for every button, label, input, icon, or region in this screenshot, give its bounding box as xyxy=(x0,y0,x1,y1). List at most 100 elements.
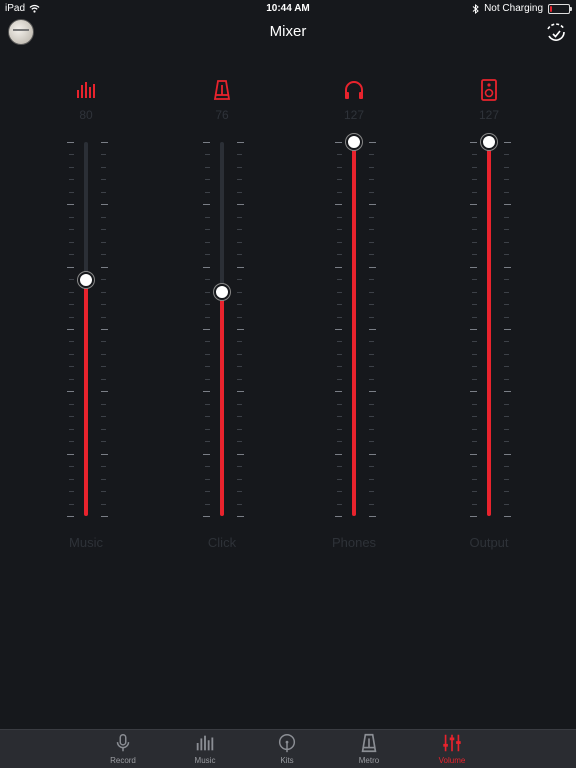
tick-mark xyxy=(369,304,374,305)
sync-check-icon[interactable] xyxy=(544,20,568,44)
tab-label: Metro xyxy=(358,756,380,765)
tick-mark xyxy=(472,229,477,230)
tick-mark xyxy=(369,391,376,392)
charging-status: Not Charging xyxy=(484,3,543,14)
tick-mark xyxy=(101,404,106,405)
tick-mark xyxy=(69,192,74,193)
tick-mark xyxy=(369,366,374,367)
tick-mark xyxy=(369,329,376,330)
bars-icon xyxy=(196,735,214,751)
tick-mark xyxy=(470,454,477,455)
tick-mark xyxy=(504,366,509,367)
tick-mark xyxy=(337,466,342,467)
tick-mark xyxy=(237,304,242,305)
tick-mark xyxy=(203,454,210,455)
battery-icon xyxy=(548,3,572,14)
tick-mark xyxy=(205,217,210,218)
tick-mark xyxy=(337,254,342,255)
tick-mark xyxy=(237,329,244,330)
tick-mark xyxy=(237,354,242,355)
tab-bar: Record Music Kits Metro Volume xyxy=(0,729,576,768)
tick-mark xyxy=(369,167,374,168)
tick-mark xyxy=(335,454,342,455)
tick-mark xyxy=(470,516,477,517)
tick-mark xyxy=(504,341,509,342)
tick-mark xyxy=(69,179,74,180)
tick-mark xyxy=(472,416,477,417)
tick-mark xyxy=(101,217,106,218)
tick-mark xyxy=(472,354,477,355)
tick-mark xyxy=(472,317,477,318)
tick-mark xyxy=(205,192,210,193)
tick-mark xyxy=(504,279,509,280)
tick-mark xyxy=(470,267,477,268)
tick-mark xyxy=(337,154,342,155)
tick-mark xyxy=(69,466,74,467)
tab-kits[interactable]: Kits xyxy=(257,732,317,765)
tick-mark xyxy=(335,329,342,330)
tick-mark xyxy=(205,504,210,505)
tick-mark xyxy=(101,391,108,392)
tick-mark xyxy=(203,329,210,330)
tick-mark xyxy=(101,254,106,255)
tick-mark xyxy=(237,391,244,392)
tick-mark xyxy=(237,254,242,255)
tick-mark xyxy=(237,279,242,280)
tick-mark xyxy=(337,179,342,180)
tick-mark xyxy=(504,254,509,255)
tick-mark xyxy=(504,504,509,505)
tick-mark xyxy=(504,429,509,430)
tick-mark xyxy=(337,279,342,280)
tick-mark xyxy=(470,391,477,392)
drumstick-icon xyxy=(278,734,296,753)
tick-mark xyxy=(69,242,74,243)
tab-label: Kits xyxy=(280,756,294,765)
tab-volume[interactable]: Volume xyxy=(422,732,482,765)
tick-mark xyxy=(504,167,509,168)
tick-mark xyxy=(69,279,74,280)
tick-mark xyxy=(237,179,242,180)
tick-mark xyxy=(205,229,210,230)
tick-mark xyxy=(69,217,74,218)
tick-mark xyxy=(101,317,106,318)
tick-mark xyxy=(337,317,342,318)
tick-mark xyxy=(369,254,374,255)
tick-mark xyxy=(101,329,108,330)
tick-mark xyxy=(67,329,74,330)
tick-mark xyxy=(69,379,74,380)
tick-mark xyxy=(470,204,477,205)
tick-mark xyxy=(237,267,244,268)
tick-mark xyxy=(205,317,210,318)
tab-metro[interactable]: Metro xyxy=(339,732,399,765)
tab-record[interactable]: Record xyxy=(93,732,153,765)
slider-handle[interactable] xyxy=(481,134,497,150)
tick-mark xyxy=(69,154,74,155)
tick-mark xyxy=(504,491,509,492)
channel-value: 76 xyxy=(215,108,229,122)
tab-music[interactable]: Music xyxy=(175,732,235,765)
tick-mark xyxy=(69,366,74,367)
slider-fill xyxy=(487,142,491,516)
tick-mark xyxy=(369,279,374,280)
tick-mark xyxy=(205,304,210,305)
tick-mark xyxy=(504,317,509,318)
tick-mark xyxy=(237,491,242,492)
sliders-icon xyxy=(443,734,461,752)
tick-mark xyxy=(69,504,74,505)
tick-mark xyxy=(237,242,242,243)
tick-mark xyxy=(472,254,477,255)
tick-mark xyxy=(237,217,242,218)
tick-mark xyxy=(504,391,511,392)
tick-mark xyxy=(69,229,74,230)
tick-mark xyxy=(101,379,106,380)
channel-value: 80 xyxy=(79,108,93,122)
slider-handle[interactable] xyxy=(346,134,362,150)
tick-mark xyxy=(472,429,477,430)
microphone-icon xyxy=(116,734,130,752)
tick-mark xyxy=(504,142,511,143)
slider-handle[interactable] xyxy=(214,283,230,300)
tick-mark xyxy=(504,404,509,405)
channel-label: Phones xyxy=(331,535,377,550)
tick-mark xyxy=(205,179,210,180)
tick-mark xyxy=(69,416,74,417)
